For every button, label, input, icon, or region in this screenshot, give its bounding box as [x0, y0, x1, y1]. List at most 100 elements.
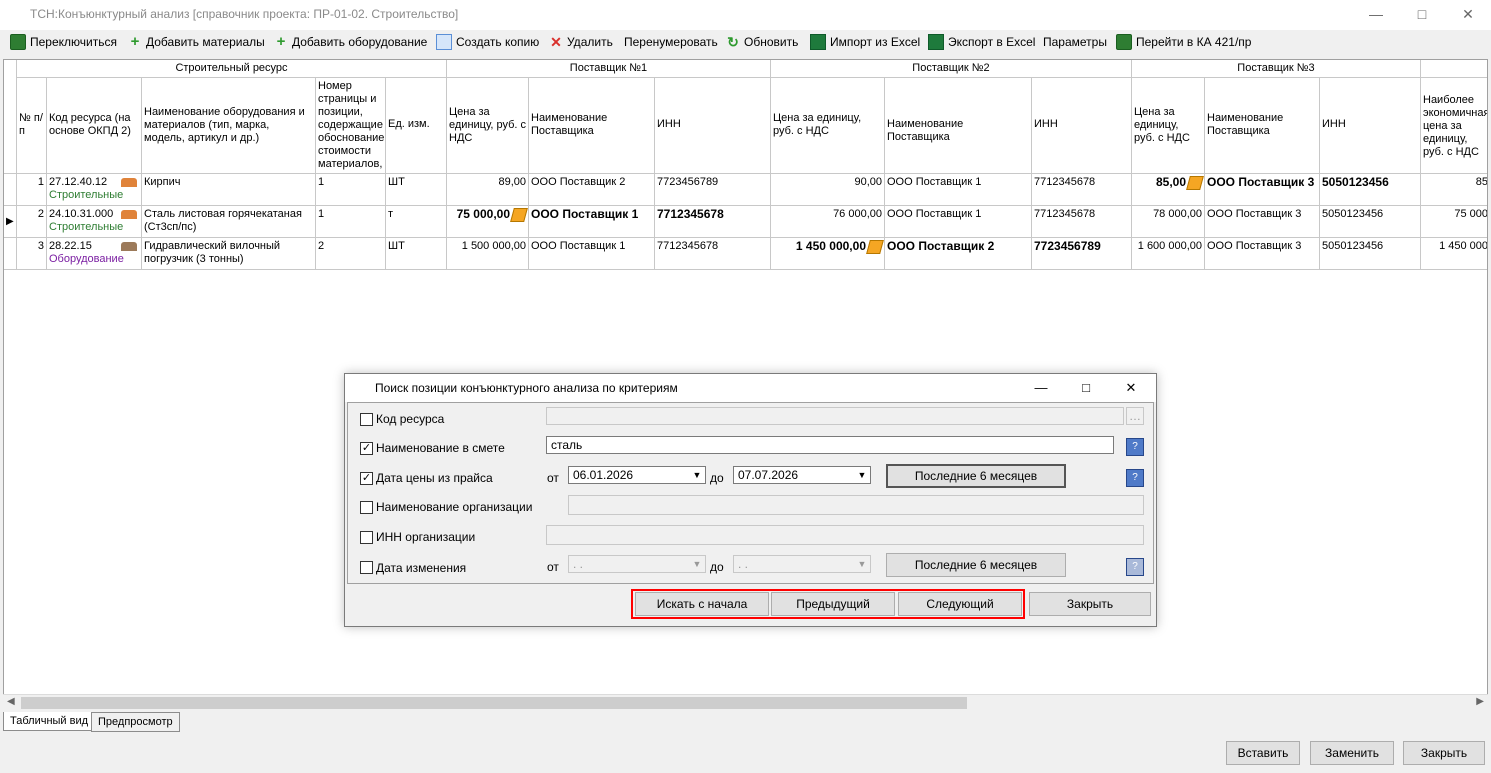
- dialog-close-icon[interactable]: ✕: [1111, 374, 1151, 402]
- cell-price1[interactable]: 75 000,00: [447, 206, 529, 238]
- col-price3[interactable]: Цена за единицу, руб. с НДС: [1132, 78, 1205, 174]
- cell-name[interactable]: Гидравлический вилочный погрузчик (3 тон…: [142, 238, 316, 270]
- cell-code[interactable]: 27.12.40.12 Строительные: [47, 174, 142, 206]
- renumber-button[interactable]: Перенумеровать: [624, 31, 718, 53]
- price-date-from-picker[interactable]: 06.01.2026 ▼: [568, 466, 706, 484]
- cell-inn1[interactable]: 7712345678: [655, 206, 771, 238]
- import-excel-button[interactable]: Импорт из Excel: [810, 31, 920, 53]
- col-sname1[interactable]: Наименование Поставщика: [529, 78, 655, 174]
- col-name[interactable]: Наименование оборудования и материалов (…: [142, 78, 316, 174]
- scroll-right-icon[interactable]: ▶: [1476, 696, 1484, 707]
- cell-inn3[interactable]: 5050123456: [1320, 238, 1421, 270]
- cell-price3[interactable]: 85,00: [1132, 174, 1205, 206]
- org-name-checkbox[interactable]: [360, 501, 373, 514]
- add-materials-button[interactable]: + Добавить материалы: [128, 31, 265, 53]
- insert-button[interactable]: Вставить: [1226, 741, 1300, 765]
- close-button[interactable]: Закрыть: [1403, 741, 1485, 765]
- refresh-button[interactable]: ↻ Обновить: [726, 31, 798, 53]
- create-copy-button[interactable]: Создать копию: [436, 31, 539, 53]
- cell-sname1[interactable]: ООО Поставщик 1: [529, 206, 655, 238]
- cell-sname2[interactable]: ООО Поставщик 2: [885, 238, 1032, 270]
- col-page[interactable]: Номер страницы и позиции, содержащие обо…: [316, 78, 386, 174]
- horizontal-scrollbar[interactable]: ◀ ▶: [3, 694, 1488, 711]
- cell-inn2[interactable]: 7723456789: [1032, 238, 1132, 270]
- cell-unit[interactable]: ШТ: [386, 174, 447, 206]
- cell-price1[interactable]: 1 500 000,00: [447, 238, 529, 270]
- cell-sname1[interactable]: ООО Поставщик 1: [529, 238, 655, 270]
- replace-button[interactable]: Заменить: [1310, 741, 1394, 765]
- col-inn2[interactable]: ИНН: [1032, 78, 1132, 174]
- maximize-icon[interactable]: □: [1399, 0, 1445, 30]
- change-date-checkbox[interactable]: [360, 561, 373, 574]
- dialog-minimize-icon[interactable]: —: [1021, 374, 1061, 402]
- code-checkbox[interactable]: [360, 413, 373, 426]
- cell-page[interactable]: 1: [316, 174, 386, 206]
- minimize-icon[interactable]: —: [1353, 0, 1399, 30]
- cell-unit[interactable]: ШТ: [386, 238, 447, 270]
- name-help-icon[interactable]: ?: [1126, 438, 1144, 456]
- name-checkbox[interactable]: ✓: [360, 442, 373, 455]
- goto-ka-button[interactable]: Перейти в КА 421/пр: [1116, 31, 1251, 53]
- tab-table-view[interactable]: Табличный вид: [3, 712, 96, 731]
- name-search-input[interactable]: сталь: [546, 436, 1114, 454]
- export-excel-button[interactable]: Экспорт в Excel: [928, 31, 1035, 53]
- cell-sname3[interactable]: ООО Поставщик 3: [1205, 206, 1320, 238]
- cell-sname3[interactable]: ООО Поставщик 3: [1205, 174, 1320, 206]
- row-indicator[interactable]: [4, 174, 17, 206]
- col-inn1[interactable]: ИНН: [655, 78, 771, 174]
- price-date-to-picker[interactable]: 07.07.2026 ▼: [733, 466, 871, 484]
- cell-price2[interactable]: 1 450 000,00: [771, 238, 885, 270]
- cell-price2[interactable]: 90,00: [771, 174, 885, 206]
- cell-inn2[interactable]: 7712345678: [1032, 174, 1132, 206]
- cell-price3[interactable]: 1 600 000,00: [1132, 238, 1205, 270]
- cell-best[interactable]: 85: [1421, 174, 1487, 206]
- cell-price1[interactable]: 89,00: [447, 174, 529, 206]
- col-unit[interactable]: Ед. изм.: [386, 78, 447, 174]
- price-date-last6-button[interactable]: Последние 6 месяцев: [886, 464, 1066, 488]
- cell-code[interactable]: 28.22.15 Оборудование: [47, 238, 142, 270]
- cell-num[interactable]: 2: [17, 206, 47, 238]
- cell-inn3[interactable]: 5050123456: [1320, 174, 1421, 206]
- cell-price3[interactable]: 78 000,00: [1132, 206, 1205, 238]
- cell-unit[interactable]: т: [386, 206, 447, 238]
- parameters-button[interactable]: Параметры: [1043, 31, 1107, 53]
- switch-button[interactable]: Переключиться: [10, 31, 117, 53]
- price-date-help-icon[interactable]: ?: [1126, 469, 1144, 487]
- col-num[interactable]: № п/п: [17, 78, 47, 174]
- col-best-price[interactable]: Наиболее экономичная цена за единицу, ру…: [1421, 78, 1487, 174]
- cell-page[interactable]: 2: [316, 238, 386, 270]
- dialog-close-button[interactable]: Закрыть: [1029, 592, 1151, 616]
- col-price2[interactable]: Цена за единицу, руб. с НДС: [771, 78, 885, 174]
- cell-price2[interactable]: 76 000,00: [771, 206, 885, 238]
- cell-code[interactable]: 24.10.31.000 Строительные: [47, 206, 142, 238]
- row-indicator-current[interactable]: ▶: [4, 206, 17, 238]
- cell-inn3[interactable]: 5050123456: [1320, 206, 1421, 238]
- cell-best[interactable]: 75 000: [1421, 206, 1487, 238]
- cell-sname1[interactable]: ООО Поставщик 2: [529, 174, 655, 206]
- cell-inn1[interactable]: 7723456789: [655, 174, 771, 206]
- cell-num[interactable]: 1: [17, 174, 47, 206]
- cell-sname3[interactable]: ООО Поставщик 3: [1205, 238, 1320, 270]
- cell-num[interactable]: 3: [17, 238, 47, 270]
- tab-preview[interactable]: Предпросмотр: [91, 712, 180, 732]
- col-code[interactable]: Код ресурса (на основе ОКПД 2): [47, 78, 142, 174]
- price-date-checkbox[interactable]: ✓: [360, 472, 373, 485]
- org-inn-checkbox[interactable]: [360, 531, 373, 544]
- close-icon[interactable]: ✕: [1445, 0, 1491, 30]
- col-sname3[interactable]: Наименование Поставщика: [1205, 78, 1320, 174]
- cell-inn1[interactable]: 7712345678: [655, 238, 771, 270]
- delete-button[interactable]: ✕ Удалить: [549, 31, 613, 53]
- cell-sname2[interactable]: ООО Поставщик 1: [885, 206, 1032, 238]
- col-price1[interactable]: Цена за единицу, руб. с НДС: [447, 78, 529, 174]
- change-date-last6-button[interactable]: Последние 6 месяцев: [886, 553, 1066, 577]
- add-equipment-button[interactable]: + Добавить оборудование: [274, 31, 428, 53]
- col-sname2[interactable]: Наименование Поставщика: [885, 78, 1032, 174]
- cell-name[interactable]: Кирпич: [142, 174, 316, 206]
- scrollbar-thumb[interactable]: [21, 697, 967, 709]
- cell-inn2[interactable]: 7712345678: [1032, 206, 1132, 238]
- cell-page[interactable]: 1: [316, 206, 386, 238]
- scroll-left-icon[interactable]: ◀: [7, 696, 15, 707]
- dialog-maximize-icon[interactable]: □: [1066, 374, 1106, 402]
- row-indicator[interactable]: [4, 238, 17, 270]
- cell-best[interactable]: 1 450 000: [1421, 238, 1487, 270]
